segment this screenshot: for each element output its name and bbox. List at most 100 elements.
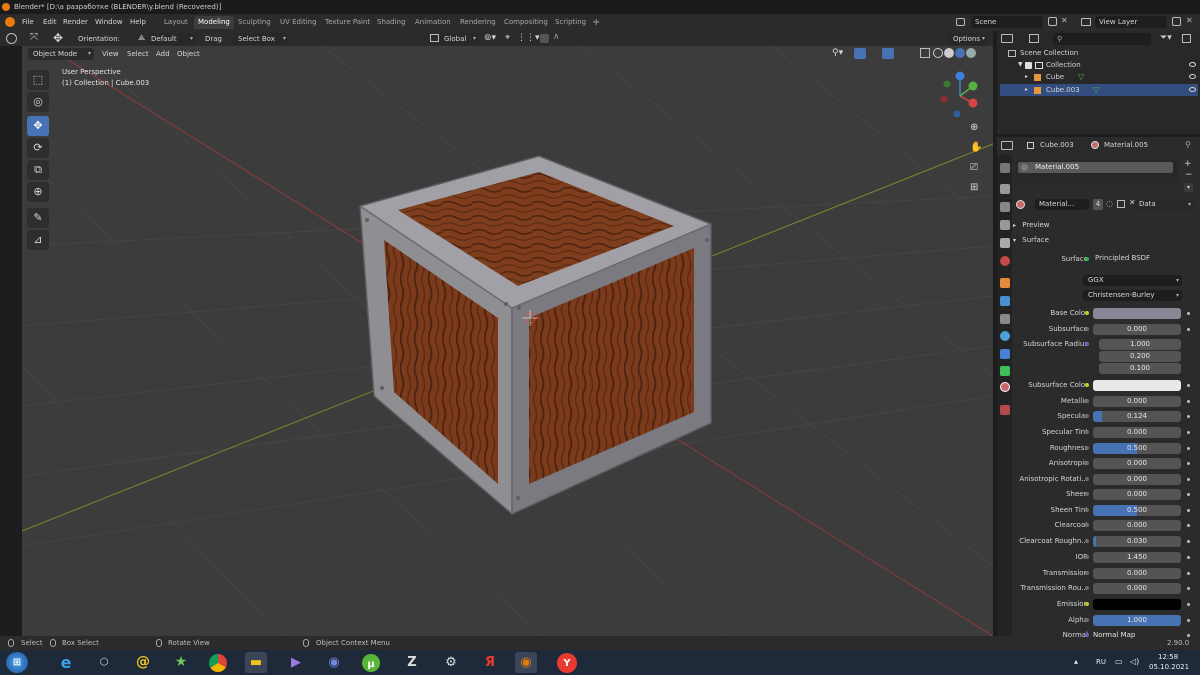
output-properties-tab[interactable] — [1000, 202, 1010, 212]
overlay-toggle-icon[interactable] — [882, 48, 894, 59]
yandex-browser-icon[interactable]: Y — [557, 653, 577, 673]
color-swatch[interactable] — [1093, 599, 1181, 610]
mail-app-icon[interactable]: @ — [132, 652, 154, 673]
scene-properties-tab[interactable] — [1000, 238, 1010, 248]
tool-icon[interactable]: ⤧ — [30, 32, 38, 43]
keyframe-icon[interactable] — [1187, 431, 1190, 434]
keyframe-icon[interactable] — [1187, 415, 1190, 418]
view-layer-properties-tab[interactable] — [1000, 220, 1010, 230]
subsurface-radius-field[interactable]: 1.000 — [1099, 339, 1181, 350]
scene-field[interactable]: Scene — [971, 16, 1043, 28]
steam-icon[interactable]: ⚙ — [440, 652, 462, 673]
camera-icon[interactable]: ⎚ — [970, 162, 978, 173]
surface-shader-field[interactable]: Principled BSDF — [1093, 253, 1181, 264]
chrome-icon[interactable] — [209, 654, 227, 672]
select-box-tool[interactable]: ⬚ — [27, 70, 49, 90]
new-collection-icon[interactable] — [1182, 34, 1191, 43]
blender-menu-icon[interactable] — [5, 17, 15, 27]
socket-icon[interactable] — [1085, 523, 1089, 527]
outliner-search-input[interactable]: ⚲ — [1053, 33, 1151, 45]
pin-icon[interactable]: ⚲ — [1185, 140, 1191, 149]
linked-node-field[interactable]: Normal Map — [1093, 630, 1181, 641]
xray-icon[interactable] — [920, 48, 930, 58]
menu-window[interactable]: Window — [95, 18, 123, 26]
transform-tool[interactable]: ⊕ — [27, 182, 49, 202]
expand-arrow-icon[interactable]: ▼ — [1018, 59, 1023, 71]
editor-type-icon[interactable] — [6, 33, 17, 44]
move-tool-icon[interactable]: ✥ — [53, 31, 63, 45]
material-shading-icon[interactable] — [955, 48, 965, 58]
keyframe-icon[interactable] — [1187, 328, 1190, 331]
outliner-scene-collection[interactable]: Scene Collection — [1000, 47, 1198, 59]
launcher-icon[interactable]: ★ — [170, 652, 192, 673]
outliner-editor-icon[interactable] — [1001, 34, 1013, 43]
keyframe-icon[interactable] — [1187, 619, 1190, 622]
keyframe-icon[interactable] — [1187, 587, 1190, 590]
tab-compositing[interactable]: Compositing — [500, 16, 552, 29]
material-user-count[interactable]: 4 — [1093, 199, 1103, 210]
socket-icon[interactable] — [1085, 414, 1089, 418]
slider-field[interactable]: 1.450 — [1093, 552, 1181, 563]
gizmo-toggle-icon[interactable] — [854, 48, 866, 59]
internet-explorer-icon[interactable]: e — [55, 652, 77, 673]
modifier-properties-tab[interactable] — [1000, 296, 1010, 306]
socket-icon[interactable] — [1085, 618, 1089, 622]
slider-field[interactable]: 0.000 — [1093, 489, 1181, 500]
duplicate-material-icon[interactable] — [1117, 200, 1125, 208]
menu-edit[interactable]: Edit — [43, 18, 57, 26]
properties-editor-icon[interactable] — [1001, 141, 1013, 150]
discord-icon[interactable]: ◉ — [323, 652, 345, 673]
rotate-tool[interactable]: ⟳ — [27, 138, 49, 158]
outliner-display-icon[interactable] — [1029, 34, 1039, 43]
slider-field[interactable]: 0.030 — [1093, 536, 1181, 547]
slider-field[interactable]: 0.500 — [1093, 443, 1181, 454]
slider-field[interactable]: 0.000 — [1093, 396, 1181, 407]
tray-expand-icon[interactable]: ▴ — [1074, 657, 1078, 666]
material-name-field[interactable]: Material... — [1035, 199, 1089, 210]
slider-field[interactable]: 0.500 — [1093, 505, 1181, 516]
tab-scripting[interactable]: Scripting — [551, 16, 590, 29]
zbrush-icon[interactable]: Z — [401, 652, 423, 673]
socket-icon[interactable] — [1085, 446, 1089, 450]
filter-icon[interactable]: ⏷▾ — [1160, 33, 1172, 43]
snap-icon[interactable]: ⌖ — [505, 33, 510, 43]
socket-icon[interactable] — [1085, 602, 1089, 606]
socket-icon[interactable] — [1085, 342, 1089, 346]
menu-select[interactable]: Select — [127, 48, 149, 60]
socket-icon[interactable] — [1085, 311, 1089, 315]
socket-icon[interactable] — [1085, 477, 1089, 481]
eye-icon[interactable] — [1189, 62, 1196, 67]
tab-uv-editing[interactable]: UV Editing — [276, 16, 321, 29]
socket-icon[interactable] — [1085, 555, 1089, 559]
proportional-edit-icon[interactable] — [540, 34, 549, 43]
socket-icon[interactable] — [1085, 399, 1089, 403]
surface-panel-header[interactable]: ▾ Surface — [1013, 236, 1049, 244]
socket-icon[interactable] — [1085, 461, 1089, 465]
tab-shading[interactable]: Shading — [373, 16, 409, 29]
fake-user-icon[interactable]: ◌ — [1106, 199, 1113, 208]
tab-modeling[interactable]: Modeling — [194, 16, 234, 29]
world-properties-tab[interactable] — [1000, 256, 1010, 266]
slot-menu-button[interactable]: ▾ — [1184, 183, 1193, 192]
socket-icon[interactable] — [1085, 571, 1089, 575]
tool-properties-tab[interactable] — [1000, 163, 1010, 173]
3d-viewport[interactable]: User Perspective (1) Collection | Cube.0… — [22, 46, 993, 636]
remove-slot-button[interactable]: − — [1185, 170, 1193, 180]
wireframe-shading-icon[interactable] — [933, 48, 943, 58]
keyframe-icon[interactable] — [1187, 462, 1190, 465]
slider-field[interactable]: 0.000 — [1093, 324, 1181, 335]
data-properties-tab[interactable] — [1000, 366, 1010, 376]
particles-properties-tab[interactable] — [1000, 314, 1010, 324]
keyframe-icon[interactable] — [1187, 603, 1190, 606]
eye-icon[interactable] — [1189, 74, 1196, 79]
tab-texture-paint[interactable]: Texture Paint — [321, 16, 374, 29]
slider-field[interactable]: 1.000 — [1093, 615, 1181, 626]
socket-icon[interactable] — [1085, 492, 1089, 496]
slider-field[interactable]: 0.000 — [1093, 458, 1181, 469]
texture-properties-tab[interactable] — [1000, 405, 1010, 415]
new-view-layer-icon[interactable] — [1172, 17, 1181, 26]
visibility-icon[interactable]: ⚲▾ — [832, 48, 843, 58]
clock-date[interactable]: 05.10.2021 — [1149, 663, 1189, 671]
keyframe-icon[interactable] — [1187, 540, 1190, 543]
socket-icon[interactable] — [1085, 586, 1089, 590]
